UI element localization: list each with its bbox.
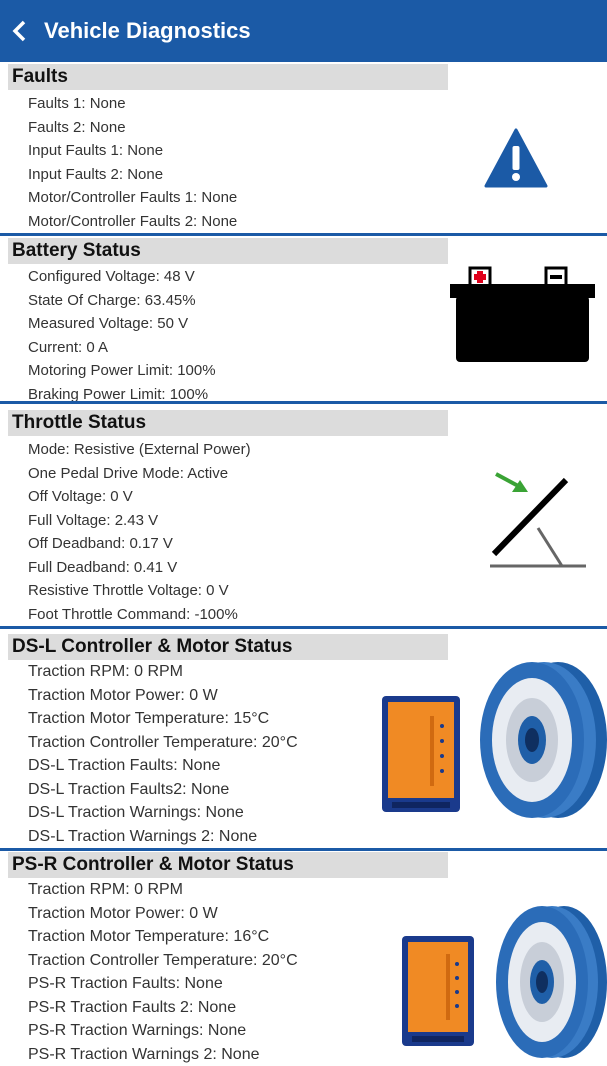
- battery-icon: [450, 262, 595, 364]
- section-title-battery: Battery Status: [8, 238, 448, 264]
- list-item: Input Faults 2: None: [28, 163, 237, 187]
- list-item: PS-R Traction Warnings: None: [28, 1019, 298, 1043]
- list-item: PS-R Traction Faults 2: None: [28, 996, 298, 1020]
- warning-icon: [484, 128, 548, 188]
- chevron-left-icon: [10, 18, 30, 44]
- faults-list: Faults 1: None Faults 2: None Input Faul…: [28, 92, 237, 233]
- psr-list: Traction RPM: 0 RPM Traction Motor Power…: [28, 878, 298, 1066]
- list-item: Traction Motor Power: 0 W: [28, 684, 298, 708]
- list-item: State Of Charge: 63.45%: [28, 289, 216, 313]
- app-header: Vehicle Diagnostics: [0, 0, 607, 62]
- motor-icon: [470, 660, 607, 820]
- list-item: DS-L Traction Warnings 2: None: [28, 825, 298, 849]
- list-item: Motor/Controller Faults 2: None: [28, 210, 237, 234]
- section-title-throttle: Throttle Status: [8, 410, 448, 436]
- list-item: Traction RPM: 0 RPM: [28, 878, 298, 902]
- section-divider: [0, 848, 607, 851]
- section-title-psr: PS-R Controller & Motor Status: [8, 852, 448, 878]
- list-item: Resistive Throttle Voltage: 0 V: [28, 579, 251, 603]
- controller-icon: [382, 696, 460, 812]
- list-item: Measured Voltage: 50 V: [28, 312, 216, 336]
- list-item: Motor/Controller Faults 1: None: [28, 186, 237, 210]
- list-item: Traction Motor Temperature: 15°C: [28, 707, 298, 731]
- list-item: Off Deadband: 0.17 V: [28, 532, 251, 556]
- section-title-faults: Faults: [8, 64, 448, 90]
- list-item: Traction RPM: 0 RPM: [28, 660, 298, 684]
- list-item: One Pedal Drive Mode: Active: [28, 462, 251, 486]
- list-item: Configured Voltage: 48 V: [28, 265, 216, 289]
- list-item: Traction Motor Temperature: 16°C: [28, 925, 298, 949]
- controller-icon: [402, 936, 474, 1046]
- list-item: Motoring Power Limit: 100%: [28, 359, 216, 383]
- list-item: Full Voltage: 2.43 V: [28, 509, 251, 533]
- list-item: DS-L Traction Faults: None: [28, 754, 298, 778]
- dsl-list: Traction RPM: 0 RPM Traction Motor Power…: [28, 660, 298, 848]
- list-item: Traction Controller Temperature: 20°C: [28, 949, 298, 973]
- section-divider: [0, 401, 607, 404]
- list-item: Traction Motor Power: 0 W: [28, 902, 298, 926]
- list-item: Traction Controller Temperature: 20°C: [28, 731, 298, 755]
- list-item: PS-R Traction Faults: None: [28, 972, 298, 996]
- list-item: Faults 1: None: [28, 92, 237, 116]
- pedal-icon: [482, 468, 592, 572]
- list-item: Faults 2: None: [28, 116, 237, 140]
- list-item: DS-L Traction Faults2: None: [28, 778, 298, 802]
- section-divider: [0, 233, 607, 236]
- list-item: Current: 0 A: [28, 336, 216, 360]
- page-title: Vehicle Diagnostics: [44, 18, 251, 44]
- list-item: Full Deadband: 0.41 V: [28, 556, 251, 580]
- section-title-dsl: DS-L Controller & Motor Status: [8, 634, 448, 660]
- battery-list: Configured Voltage: 48 V State Of Charge…: [28, 265, 216, 406]
- list-item: Mode: Resistive (External Power): [28, 438, 251, 462]
- back-button[interactable]: [0, 0, 40, 62]
- list-item: Off Voltage: 0 V: [28, 485, 251, 509]
- motor-icon: [490, 900, 607, 1060]
- list-item: DS-L Traction Warnings: None: [28, 801, 298, 825]
- list-item: Foot Throttle Command: -100%: [28, 603, 251, 627]
- list-item: Input Faults 1: None: [28, 139, 237, 163]
- section-divider: [0, 626, 607, 629]
- list-item: PS-R Traction Warnings 2: None: [28, 1043, 298, 1066]
- throttle-list: Mode: Resistive (External Power) One Ped…: [28, 438, 251, 626]
